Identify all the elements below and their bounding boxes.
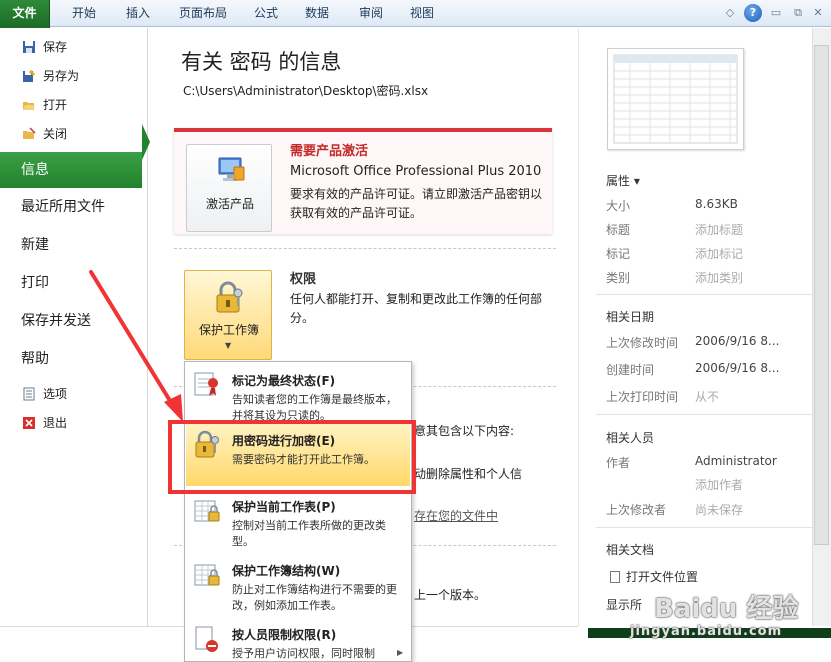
nav-save[interactable]: 保存 — [0, 34, 148, 60]
tab-formulas[interactable]: 公式 — [246, 0, 286, 27]
tab-page-layout[interactable]: 页面布局 — [170, 0, 236, 27]
save-as-icon — [23, 70, 35, 82]
nav-selected-pointer — [142, 124, 150, 160]
lock-key-icon — [216, 281, 243, 313]
permissions-description: 任何人都能打开、复制和更改此工作簿的任何部分。 — [290, 292, 543, 325]
section-divider — [174, 248, 556, 249]
options-icon — [23, 387, 35, 401]
properties-divider — [596, 414, 822, 415]
minimize-ribbon-icon[interactable]: ◇ — [722, 5, 738, 21]
tab-home[interactable]: 开始 — [62, 0, 106, 27]
date-value-printed: 从不 — [695, 390, 720, 404]
last-modified-by-key: 上次修改者 — [606, 503, 667, 517]
workbook-thumbnail — [607, 48, 744, 150]
prop-value-title[interactable]: 添加标题 — [695, 221, 743, 238]
prop-value-size: 8.63KB — [695, 197, 738, 211]
date-key-created: 创建时间 — [606, 363, 655, 377]
close-folder-icon — [23, 127, 36, 139]
inspect-text: 意其包含以下内容: — [414, 424, 515, 438]
tab-file[interactable]: 文件 — [0, 0, 50, 28]
properties-heading[interactable]: 属性 ▾ — [606, 172, 640, 189]
close-window-icon[interactable]: ✕ — [810, 5, 826, 21]
computer-activation-icon — [218, 157, 245, 181]
author-key: 作者 — [606, 456, 631, 470]
baidu-watermark: Baidu 经验 jingyan.baidu.com — [630, 594, 799, 639]
tab-review[interactable]: 审阅 — [350, 0, 392, 27]
date-key-modified: 上次修改时间 — [606, 336, 679, 350]
open-folder-icon — [23, 102, 35, 110]
protect-sheet-icon — [194, 500, 220, 522]
activation-panel: 激活产品 需要产品激活 Microsoft Office Professiona… — [174, 128, 552, 234]
nav-save-as[interactable]: 另存为 — [0, 63, 148, 89]
tab-insert[interactable]: 插入 — [116, 0, 160, 27]
date-key-printed: 上次打印时间 — [606, 390, 679, 404]
properties-divider — [596, 294, 822, 295]
inspect-text: 动删除属性和个人信 — [414, 467, 523, 481]
author-value: Administrator — [695, 454, 777, 468]
versions-text: 上一个版本。 — [414, 588, 487, 602]
people-heading: 相关人员 — [606, 431, 655, 445]
prop-value-tags[interactable]: 添加标记 — [695, 245, 743, 262]
tab-data[interactable]: 数据 — [296, 0, 338, 27]
date-value-created: 2006/9/16 8... — [695, 361, 780, 375]
minimize-window-icon[interactable]: ▭ — [768, 5, 784, 21]
menu-item-mark-final[interactable]: 标记为最终状态(F) 告知读者您的工作簿是最终版本，并将其设为只读的。 — [186, 364, 410, 426]
prop-value-category[interactable]: 添加类别 — [695, 269, 743, 286]
nav-open[interactable]: 打开 — [0, 92, 148, 118]
menu-item-protect-sheet[interactable]: 保护当前工作表(P) 控制对当前工作表所做的更改类型。 — [186, 490, 410, 552]
dates-heading: 相关日期 — [606, 310, 655, 324]
last-modified-by-value: 尚未保存 — [695, 503, 744, 517]
help-icon[interactable]: ? — [744, 4, 762, 22]
nav-recent[interactable]: 最近所用文件 — [0, 189, 148, 225]
protect-structure-icon — [194, 564, 220, 586]
annotation-highlight-box — [168, 420, 416, 494]
activation-heading: 需要产品激活 — [290, 144, 369, 159]
protect-workbook-button[interactable]: 保护工作簿 ▼ — [184, 270, 272, 360]
prop-key-category: 类别 — [606, 271, 631, 285]
tab-view[interactable]: 视图 — [402, 0, 442, 27]
activate-product-button[interactable]: 激活产品 — [186, 144, 272, 232]
restore-window-icon[interactable]: ⧉ — [790, 5, 806, 21]
properties-divider — [596, 527, 822, 528]
nav-close[interactable]: 关闭 — [0, 121, 148, 147]
backstage-nav: 保存 另存为 打开 关闭 信息 最近所用文件 新建 打印 保存并发送 帮助 选项… — [0, 28, 148, 626]
exit-icon — [23, 417, 35, 429]
protect-workbook-menu: 标记为最终状态(F) 告知读者您的工作簿是最终版本，并将其设为只读的。 用密码进… — [184, 361, 412, 662]
nav-help[interactable]: 帮助 — [0, 341, 148, 377]
permissions-heading: 权限 — [290, 272, 317, 287]
nav-save-send[interactable]: 保存并发送 — [0, 303, 148, 339]
prop-key-title: 标题 — [606, 223, 631, 237]
chevron-right-icon: ▶ — [397, 648, 404, 657]
save-icon — [23, 41, 35, 53]
nav-new[interactable]: 新建 — [0, 227, 148, 263]
inspect-link[interactable]: 存在您的文件中 — [414, 507, 498, 524]
prop-key-tags: 标记 — [606, 247, 631, 261]
chevron-down-icon: ▼ — [225, 341, 232, 350]
restrict-permission-icon — [195, 626, 218, 652]
documents-heading: 相关文档 — [606, 543, 655, 557]
ribbon-tab-bar: 文件 开始 插入 页面布局 公式 数据 审阅 视图 ◇ ? ▭ ⧉ ✕ — [0, 0, 831, 28]
menu-item-protect-structure[interactable]: 保护工作簿结构(W) 防止对工作簿结构进行不需要的更改，例如添加工作表。 — [186, 554, 410, 616]
nav-info[interactable]: 信息 — [0, 152, 142, 188]
nav-exit[interactable]: 退出 — [0, 410, 148, 436]
mark-final-icon — [194, 372, 218, 396]
product-name: Microsoft Office Professional Plus 2010 — [290, 164, 542, 179]
page-title: 有关 密码 的信息 — [181, 50, 342, 74]
document-icon — [610, 571, 620, 583]
prop-key-size: 大小 — [606, 199, 631, 213]
nav-print[interactable]: 打印 — [0, 265, 148, 301]
add-author-link[interactable]: 添加作者 — [695, 476, 743, 493]
nav-options[interactable]: 选项 — [0, 381, 148, 407]
file-path: C:\Users\Administrator\Desktop\密码.xlsx — [183, 84, 429, 98]
activation-description: 要求有效的产品许可证。请立即激活产品密钥以获取有效的产品许可证。 — [290, 187, 543, 220]
menu-item-restrict-permission[interactable]: 按人员限制权限(R) 授予用户访问权限，同时限制 — [186, 618, 410, 661]
scrollbar-thumb[interactable] — [814, 45, 829, 545]
date-value-modified: 2006/9/16 8... — [695, 334, 780, 348]
